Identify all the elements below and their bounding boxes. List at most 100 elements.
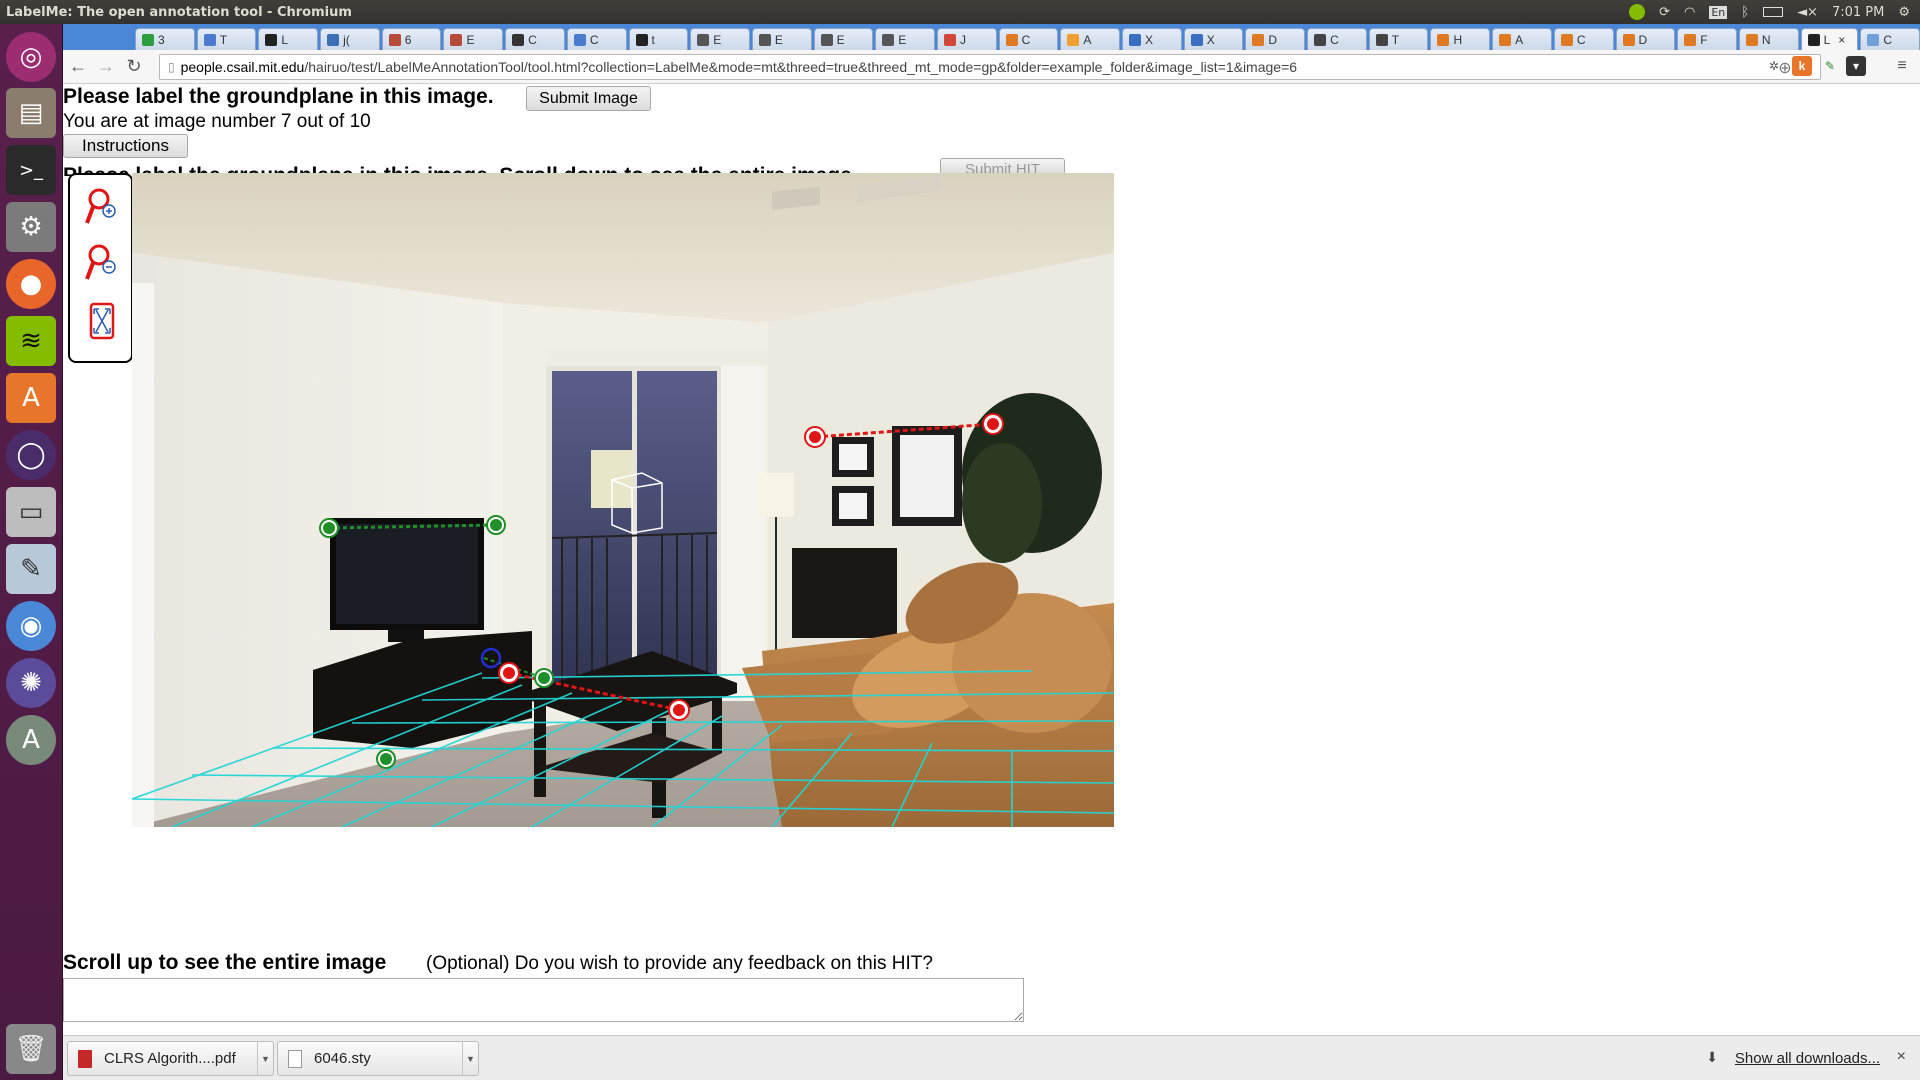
close-download-shelf-icon[interactable]: × xyxy=(1897,1048,1906,1066)
battery-icon[interactable] xyxy=(1763,7,1784,17)
tab[interactable]: E xyxy=(443,28,504,50)
tab[interactable]: C xyxy=(1307,28,1367,50)
menu-icon[interactable]: ≡ xyxy=(1892,56,1912,76)
terminal-icon[interactable]: >_ xyxy=(6,145,56,195)
tab-label: X xyxy=(1145,32,1154,47)
page-icon: ▯ xyxy=(168,60,175,74)
system-settings-icon[interactable]: ⚙ xyxy=(6,202,56,252)
tab[interactable]: C xyxy=(998,28,1059,50)
klout-extension-icon[interactable]: k xyxy=(1792,56,1812,76)
keyboard-layout-indicator[interactable]: En xyxy=(1709,5,1728,19)
tab-favicon-icon xyxy=(142,33,154,46)
files-icon[interactable]: ▤ xyxy=(6,88,56,138)
download-item-sty[interactable]: 6046.sty ▼ xyxy=(277,1041,479,1076)
firefox-icon[interactable]: ● xyxy=(6,259,56,309)
chromium-icon[interactable]: ◉ xyxy=(6,601,56,651)
tab-label: C xyxy=(1576,32,1586,47)
feedback-textarea[interactable] xyxy=(63,978,1024,1022)
instructions-button[interactable]: Instructions xyxy=(63,134,188,158)
show-all-downloads-link[interactable]: Show all downloads... xyxy=(1735,1050,1880,1067)
tab-favicon-icon xyxy=(1129,33,1141,46)
tab[interactable]: T xyxy=(196,28,257,50)
annotation-image-canvas[interactable] xyxy=(132,173,1114,827)
tab[interactable]: D xyxy=(1245,28,1306,50)
tab-label: D xyxy=(1638,32,1648,47)
tab-label: A xyxy=(1515,32,1524,47)
handle-red-3 xyxy=(498,662,520,684)
tab[interactable]: C xyxy=(1860,28,1920,50)
fit-to-window-icon[interactable] xyxy=(84,301,120,341)
text-file-icon xyxy=(288,1049,302,1068)
tab[interactable]: L xyxy=(258,28,319,50)
tab-favicon-icon xyxy=(1437,33,1450,46)
tab-favicon-icon xyxy=(882,33,895,46)
feedback-prompt: (Optional) Do you wish to provide any fe… xyxy=(426,953,933,974)
unity-tweak-icon[interactable]: ◯ xyxy=(6,430,56,480)
tab-label: 6 xyxy=(404,32,412,47)
tab[interactable]: N xyxy=(1738,28,1799,50)
tab[interactable]: A xyxy=(1492,28,1552,50)
tab-favicon-icon xyxy=(1745,33,1758,46)
tab[interactable]: E xyxy=(751,28,812,50)
reload-button[interactable]: ↻ xyxy=(121,54,147,80)
download-options-chevron-icon[interactable]: ▼ xyxy=(257,1042,273,1075)
tab-favicon-icon xyxy=(1622,33,1635,46)
wifi-icon[interactable]: ◠ xyxy=(1684,5,1695,20)
tab[interactable]: t xyxy=(628,28,689,50)
spotify-tray-icon[interactable] xyxy=(1629,4,1646,20)
pocket-icon[interactable]: ▾ xyxy=(1846,56,1866,76)
submit-image-button[interactable]: Submit Image xyxy=(526,86,651,111)
tab[interactable]: E xyxy=(690,28,750,50)
zoom-out-icon[interactable] xyxy=(84,243,120,283)
tab[interactable]: A xyxy=(1060,28,1120,50)
extension-badge-icon[interactable]: ✎ xyxy=(1820,56,1840,76)
tab-close-icon[interactable]: × xyxy=(1838,33,1845,47)
tab[interactable]: C xyxy=(505,28,565,50)
tab[interactable]: E xyxy=(813,28,874,50)
tab[interactable]: H xyxy=(1430,28,1491,50)
tab-favicon-icon xyxy=(1005,33,1018,46)
tab[interactable]: X xyxy=(1183,28,1244,50)
bluetooth-icon[interactable]: ᛒ xyxy=(1741,5,1749,20)
tab[interactable]: j( xyxy=(320,28,380,50)
tab-active[interactable]: L × xyxy=(1800,28,1859,50)
tab-favicon-icon xyxy=(697,33,710,46)
editor-icon[interactable]: ✎ xyxy=(6,544,56,594)
tab[interactable]: C xyxy=(566,28,627,50)
tab-favicon-icon xyxy=(388,33,401,46)
app-icon[interactable]: ✺ xyxy=(6,658,56,708)
drive-icon[interactable]: ▭ xyxy=(6,487,56,537)
tab[interactable]: E xyxy=(875,28,935,50)
page-content: Please label the groundplane in this ima… xyxy=(63,85,1920,1035)
settings-gear-icon[interactable]: ⚙ xyxy=(1898,5,1910,20)
zoom-in-icon[interactable] xyxy=(84,187,120,227)
trash-icon[interactable]: 🗑 xyxy=(6,1024,56,1074)
clock[interactable]: 7:01 PM xyxy=(1832,5,1884,20)
forward-button[interactable]: → xyxy=(93,54,119,80)
spotify-icon[interactable]: ≋ xyxy=(6,316,56,366)
tab-favicon-icon xyxy=(450,33,463,46)
software-center-icon[interactable]: A xyxy=(6,373,56,423)
tab[interactable]: 3 xyxy=(135,28,195,50)
tab[interactable]: X xyxy=(1122,28,1182,50)
handle-green-2 xyxy=(486,515,506,535)
download-item-pdf[interactable]: CLRS Algorith....pdf ▼ xyxy=(67,1041,274,1076)
tab[interactable]: 6 xyxy=(381,28,442,50)
back-button[interactable]: ← xyxy=(65,54,91,80)
handle-green-1 xyxy=(319,518,339,538)
ubuntu-dash-icon[interactable]: ◎ xyxy=(6,32,56,82)
download-shelf: CLRS Algorith....pdf ▼ 6046.sty ▼ ⬇ Show… xyxy=(63,1035,1920,1080)
tab[interactable]: C xyxy=(1553,28,1614,50)
tab[interactable]: D xyxy=(1615,28,1676,50)
tab[interactable]: J xyxy=(936,28,997,50)
tab-favicon-icon xyxy=(1190,33,1203,46)
volume-icon[interactable]: ◄× xyxy=(1797,5,1818,20)
sync-icon[interactable]: ⟳ xyxy=(1659,5,1670,20)
tab[interactable]: F xyxy=(1677,28,1737,50)
tab-label: E xyxy=(898,32,907,47)
tab[interactable]: T xyxy=(1368,28,1429,50)
address-bar[interactable]: ▯ people.csail.mit.edu/hairuo/test/Label… xyxy=(159,54,1821,80)
download-options-chevron-icon[interactable]: ▼ xyxy=(462,1042,478,1075)
software-updater-icon[interactable]: A xyxy=(6,715,56,765)
extension-icon[interactable]: ✲ xyxy=(1764,56,1784,76)
